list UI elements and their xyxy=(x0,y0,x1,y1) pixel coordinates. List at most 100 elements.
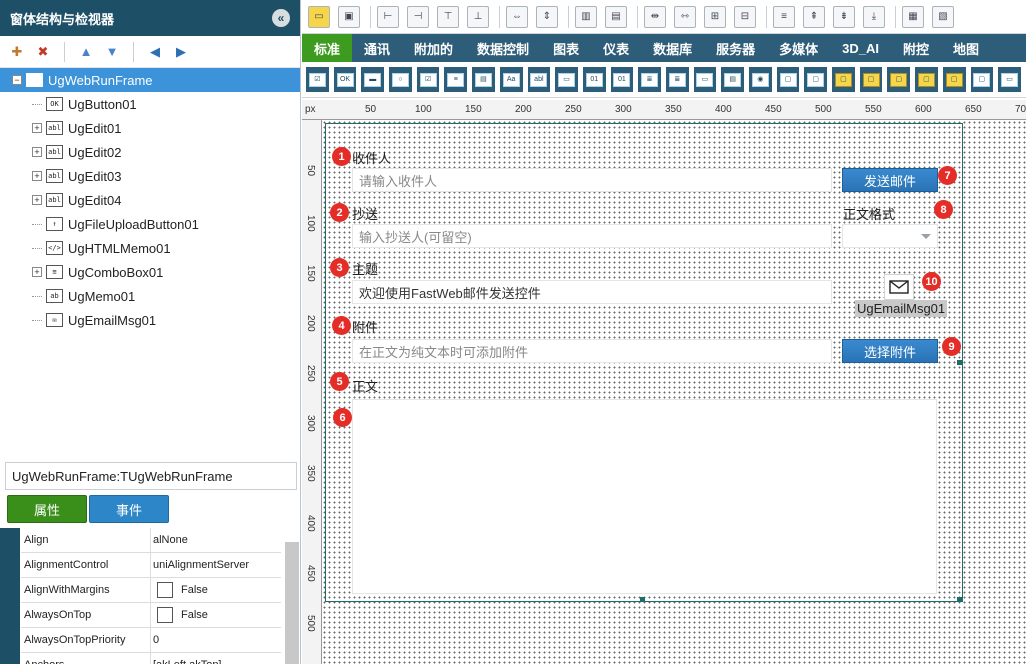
same-width-icon[interactable]: ▥ xyxy=(575,5,597,28)
check-list-component-icon[interactable]: ☑ xyxy=(416,67,440,92)
collapse-node-icon[interactable]: − xyxy=(12,75,22,85)
property-checkbox[interactable] xyxy=(157,607,173,623)
tree-node[interactable]: </> UgHTMLMemo01 xyxy=(0,236,300,260)
expand-node-icon[interactable]: + xyxy=(32,147,42,157)
property-row[interactable]: Align alNone xyxy=(21,528,281,553)
label-component-icon[interactable]: Aa xyxy=(499,67,523,92)
property-value-cell[interactable]: False xyxy=(151,578,281,602)
listbox-component-icon[interactable]: ≣ xyxy=(638,67,661,92)
radio-component-icon[interactable]: ○ xyxy=(389,67,412,92)
pagecontrol-component-icon[interactable]: ▭ xyxy=(693,67,717,92)
property-value-cell[interactable]: [akLeft,akTop] xyxy=(151,653,281,664)
tree-node[interactable]: + abl UgEdit04 xyxy=(0,188,300,212)
same-height-icon[interactable]: ▤ xyxy=(605,5,627,28)
date-component-icon[interactable]: 01 xyxy=(610,67,634,92)
expand-node-icon[interactable]: + xyxy=(32,267,42,277)
toolbar-component-icon[interactable]: ▭ xyxy=(998,67,1021,92)
edit-component-icon[interactable]: abl xyxy=(527,67,551,92)
listview-component-icon[interactable]: ≣ xyxy=(665,67,689,92)
design-canvas[interactable]: 1 收件人 请输入收件人 发送邮件 7 2 抄送 输入抄送人(可留空) 正文格式… xyxy=(322,120,1026,664)
subject-input[interactable]: 欢迎使用FastWeb邮件发送控件 xyxy=(352,280,832,304)
tab-category[interactable]: 地图 xyxy=(941,34,991,62)
frame-component-icon[interactable]: ▢ xyxy=(776,67,800,92)
align-right-icon[interactable]: ⊣ xyxy=(407,5,429,28)
collapse-panel-icon[interactable]: « xyxy=(272,9,290,27)
delete-node-icon[interactable]: ✖ xyxy=(30,41,56,63)
tab-category[interactable]: 仪表 xyxy=(591,34,641,62)
property-value-cell[interactable]: alNone xyxy=(151,528,281,552)
tab-category[interactable]: 3D_AI xyxy=(830,34,891,62)
button-component-icon[interactable]: OK xyxy=(333,67,357,92)
align-left-icon[interactable]: ⊢ xyxy=(377,5,399,28)
tree-node[interactable]: − UgWebRunFrame xyxy=(0,68,300,92)
vspace-increase-icon[interactable]: ⇞ xyxy=(803,5,825,28)
move-up-icon[interactable]: ▲ xyxy=(73,41,99,63)
resize-handle[interactable] xyxy=(957,360,962,365)
tree-node[interactable]: ab UgMemo01 xyxy=(0,284,300,308)
space-horizontal-icon[interactable]: ⇹ xyxy=(644,5,666,28)
expand-node-icon[interactable]: + xyxy=(32,195,42,205)
attachment-input[interactable]: 在正文为纯文本时可添加附件 xyxy=(352,339,832,363)
tree-node[interactable]: + abl UgEdit03 xyxy=(0,164,300,188)
tab-category[interactable]: 数据库 xyxy=(641,34,704,62)
tab-category[interactable]: 通讯 xyxy=(352,34,402,62)
property-row[interactable]: Anchors[akLeft,akTop] xyxy=(21,653,281,664)
combo-component-icon[interactable]: ▭ xyxy=(555,67,578,92)
tree-node[interactable]: ✉ UgEmailMsg01 xyxy=(0,308,300,332)
tab-category[interactable]: 数据控制 xyxy=(465,34,541,62)
recipient-input[interactable]: 请输入收件人 xyxy=(352,168,832,192)
add-node-icon[interactable]: ✚ xyxy=(4,41,30,63)
tab-category[interactable]: 多媒体 xyxy=(767,34,830,62)
send-email-button[interactable]: 发送邮件 xyxy=(842,168,938,192)
checkbox-component-icon[interactable]: ☑ xyxy=(306,67,329,92)
vspace-equal-icon[interactable]: ≡ xyxy=(773,5,795,28)
align-top-icon[interactable]: ⊤ xyxy=(437,5,459,28)
select-attachment-button[interactable]: 选择附件 xyxy=(842,339,938,363)
property-value-cell[interactable]: 0 xyxy=(151,628,281,652)
tree-node[interactable]: + abl UgEdit01 xyxy=(0,116,300,140)
move-right-icon[interactable]: ▶ xyxy=(168,41,194,63)
property-row[interactable]: AlignmentControl uniAlignmentServer xyxy=(21,553,281,578)
spin-component-icon[interactable]: 01 xyxy=(582,67,606,92)
resize-handle[interactable] xyxy=(640,597,645,602)
vspace-remove-icon[interactable]: ⤓ xyxy=(863,5,885,28)
expand-node-icon[interactable]: + xyxy=(32,171,42,181)
selected-component-name[interactable]: UgWebRunFrame:TUgWebRunFrame xyxy=(5,462,297,490)
property-scrollbar[interactable] xyxy=(285,542,299,664)
property-row[interactable]: AlignWithMargins False xyxy=(21,578,281,603)
email-component-icon[interactable] xyxy=(884,274,914,300)
container-component-icon[interactable]: ▢ xyxy=(804,67,828,92)
align-bottom-icon[interactable]: ⊥ xyxy=(467,5,489,28)
tab-category[interactable]: 标准 xyxy=(302,34,353,62)
window-component-icon[interactable]: ▢ xyxy=(970,67,994,92)
center-horizontal-icon[interactable]: ⇔ xyxy=(506,5,528,28)
container-5-component-icon[interactable]: ▢ xyxy=(915,67,938,92)
property-row[interactable]: AlwaysOnTop False xyxy=(21,603,281,628)
tab-properties[interactable]: 属性 xyxy=(7,495,87,523)
move-left-icon[interactable]: ◀ xyxy=(142,41,168,63)
tab-events[interactable]: 事件 xyxy=(89,495,169,523)
tree-node[interactable]: + ≡ UgComboBox01 xyxy=(0,260,300,284)
image-component-icon[interactable]: ◉ xyxy=(749,67,772,92)
space-decrease-icon[interactable]: ⊟ xyxy=(734,5,756,28)
container-6-component-icon[interactable]: ▢ xyxy=(942,67,966,92)
body-format-select[interactable] xyxy=(842,224,938,248)
tree-node[interactable]: + abl UgEdit02 xyxy=(0,140,300,164)
container-2-component-icon[interactable]: ▢ xyxy=(832,67,855,92)
property-checkbox[interactable] xyxy=(157,582,173,598)
panel-component-icon[interactable]: ▬ xyxy=(361,67,385,92)
space-equal-icon[interactable]: ⇿ xyxy=(674,5,696,28)
tree-node[interactable]: OK UgButton01 xyxy=(0,92,300,116)
tab-category[interactable]: 附加的 xyxy=(402,34,465,62)
move-down-icon[interactable]: ▼ xyxy=(99,41,125,63)
layout-icon[interactable]: ▧ xyxy=(932,5,954,28)
body-memo[interactable] xyxy=(352,399,937,594)
tab-category[interactable]: 附控 xyxy=(891,34,941,62)
tree-node[interactable]: ↑ UgFileUploadButton01 xyxy=(0,212,300,236)
open-file-icon[interactable]: ▭ xyxy=(308,5,330,28)
property-value-cell[interactable]: uniAlignmentServer xyxy=(151,553,281,577)
property-value-cell[interactable]: False xyxy=(151,603,281,627)
space-increase-icon[interactable]: ⊞ xyxy=(704,5,726,28)
container-3-component-icon[interactable]: ▢ xyxy=(859,67,883,92)
container-4-component-icon[interactable]: ▢ xyxy=(887,67,911,92)
